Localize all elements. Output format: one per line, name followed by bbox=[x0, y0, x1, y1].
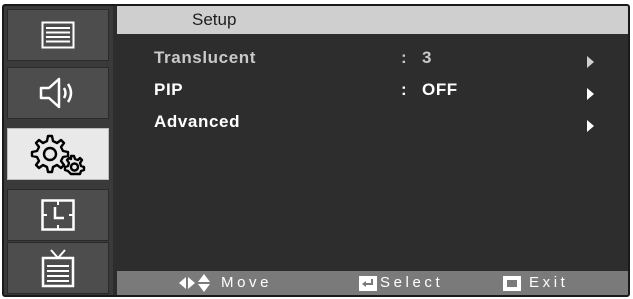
menu-row-pip[interactable]: PIP : OFF bbox=[117, 76, 628, 108]
tv-icon bbox=[41, 249, 75, 288]
menu-row-separator: : bbox=[401, 48, 407, 67]
chevron-right-icon bbox=[587, 88, 594, 100]
menu-row-separator: : bbox=[401, 80, 407, 99]
sidebar-item-tv[interactable] bbox=[7, 242, 109, 294]
osd-menu-panel: Setup Translucent : 3 PIP : OFF Advanced… bbox=[2, 4, 630, 297]
sidebar-item-picture[interactable] bbox=[7, 9, 109, 61]
menu-row-label: Advanced bbox=[154, 112, 241, 131]
sidebar-item-setup[interactable] bbox=[7, 128, 109, 180]
enter-key-icon bbox=[359, 276, 377, 291]
menu-row-value: 3 bbox=[422, 48, 433, 67]
clock-icon bbox=[41, 199, 75, 231]
sidebar bbox=[4, 6, 113, 295]
move-hint: Move bbox=[221, 274, 273, 291]
chevron-right-icon bbox=[587, 120, 594, 132]
sidebar-item-audio[interactable] bbox=[7, 67, 109, 119]
chevron-right-icon bbox=[587, 56, 594, 68]
exit-hint: Exit bbox=[529, 274, 569, 291]
picture-menu-icon bbox=[41, 21, 75, 49]
menu-row-label: Translucent bbox=[154, 48, 257, 67]
select-hint: Select bbox=[380, 274, 444, 291]
exit-key-icon bbox=[503, 276, 521, 291]
menu-row-label: PIP bbox=[154, 80, 184, 99]
menu-header: Setup bbox=[117, 6, 628, 34]
up-down-arrows-icon bbox=[198, 274, 210, 292]
speaker-icon bbox=[39, 77, 73, 109]
menu-row-value: OFF bbox=[422, 80, 458, 99]
gears-icon bbox=[30, 134, 86, 176]
sidebar-item-timer[interactable] bbox=[7, 189, 109, 241]
page-title: Setup bbox=[192, 10, 237, 29]
left-right-arrows-icon bbox=[179, 277, 195, 289]
menu-row-translucent[interactable]: Translucent : 3 bbox=[117, 44, 628, 76]
footer-hint-bar: Move Select Exit bbox=[117, 271, 628, 295]
menu-row-advanced[interactable]: Advanced bbox=[117, 108, 628, 140]
